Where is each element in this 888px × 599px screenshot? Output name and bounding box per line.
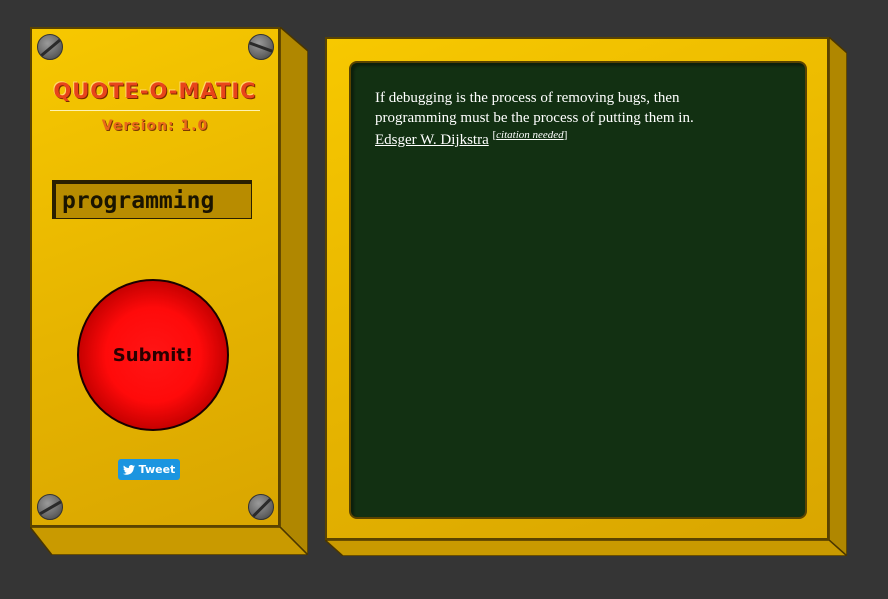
left-box-side [280, 27, 308, 555]
screw-icon [37, 34, 63, 60]
screw-icon [248, 34, 274, 60]
right-box-bottom [325, 540, 847, 556]
author-link[interactable]: Edsger W. Dijkstra [375, 132, 489, 148]
left-box-bottom [30, 527, 308, 555]
twitter-bird-icon [122, 464, 135, 475]
quote-attribution: Edsger W. Dijkstra [citation needed] [375, 130, 781, 150]
quote-screen: If debugging is the process of removing … [349, 61, 807, 519]
app-title: QUOTE-O-MATIC [53, 79, 257, 103]
tweet-button[interactable]: Tweet [118, 459, 180, 480]
control-panel: QUOTE-O-MATIC Version: 1.0 Submit! Tweet [30, 27, 280, 527]
display-panel: If debugging is the process of removing … [325, 37, 829, 540]
topic-input[interactable] [52, 180, 252, 219]
title-divider [50, 110, 260, 111]
tweet-label: Tweet [138, 463, 176, 476]
citation-note: [citation needed] [493, 129, 568, 141]
right-box-side [829, 37, 847, 556]
screw-icon [37, 494, 63, 520]
quote-text: If debugging is the process of removing … [375, 90, 694, 126]
version-label: Version: 1.0 [101, 118, 209, 134]
screw-icon [248, 494, 274, 520]
citation-needed-link[interactable]: citation needed [496, 129, 564, 141]
citation-bracket-close: ] [563, 129, 568, 141]
submit-button[interactable]: Submit! [77, 279, 229, 431]
